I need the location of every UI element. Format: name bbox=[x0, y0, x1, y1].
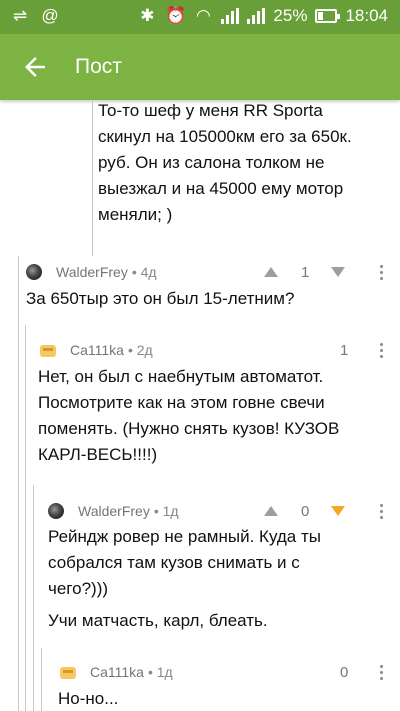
comment-time: • 1д bbox=[147, 664, 173, 680]
comment-score: 1 bbox=[301, 263, 310, 281]
comment-meta: WalderFrey • 1д bbox=[48, 500, 179, 522]
comment-author[interactable]: WalderFrey bbox=[56, 264, 128, 280]
comment-line: Учи матчасть, карл, блеать. bbox=[48, 611, 268, 630]
comment-line: собрался там кузов снимать и с bbox=[48, 553, 300, 572]
comment-line: Посмотрите как на этом говне свечи bbox=[38, 393, 325, 412]
battery-percent: 25% bbox=[273, 6, 308, 25]
comment-line: выезжал и на 45000 ему мотор bbox=[98, 179, 344, 198]
more-options-icon[interactable] bbox=[380, 665, 384, 683]
comment-line: За 650тыр это он был 15-летним? bbox=[26, 289, 295, 308]
avatar[interactable] bbox=[48, 503, 64, 519]
comment-meta: Ca111ka • 2д bbox=[40, 339, 153, 361]
comment-line: поменять. (Нужно снять кузов! КУЗОВ bbox=[38, 419, 340, 438]
comment-line: То-то шеф у меня RR Sporta bbox=[98, 101, 323, 120]
battery-icon bbox=[315, 9, 341, 23]
upvote-icon[interactable] bbox=[264, 506, 278, 516]
alarm-icon: ⏰ bbox=[165, 6, 187, 25]
at-sign-icon: @ bbox=[41, 6, 59, 25]
avatar[interactable] bbox=[26, 264, 42, 280]
comment-line: Нет, он был с наебнутым автоматот. bbox=[38, 367, 324, 386]
usb-icon: ⇌ bbox=[12, 6, 28, 25]
comments-thread: То-то шеф у меня RR Sporta скинул на 105… bbox=[0, 100, 400, 711]
comment-meta: WalderFrey • 4д bbox=[26, 261, 157, 283]
comment-author[interactable]: Ca111ka bbox=[70, 342, 124, 358]
clock: 18:04 bbox=[345, 6, 388, 25]
signal-icon bbox=[221, 8, 240, 24]
comment-text: За 650тыр это он был 15-летним? bbox=[26, 286, 391, 312]
app-bar: Пост bbox=[0, 34, 400, 100]
more-options-icon[interactable] bbox=[380, 504, 384, 522]
comment-score: 1 bbox=[340, 341, 349, 359]
comment-text: Но-но... bbox=[58, 686, 393, 711]
comment-text: Рейндж ровер не рамный. Куда ты собрался… bbox=[48, 524, 393, 634]
comment-line: Рейндж ровер не рамный. Куда ты bbox=[48, 527, 321, 546]
comment-line: чего?))) bbox=[48, 579, 109, 598]
comment-author[interactable]: WalderFrey bbox=[78, 503, 150, 519]
comment-meta: Ca111ka • 1д bbox=[60, 661, 173, 683]
comment-text: Нет, он был с наебнутым автоматот. Посмо… bbox=[38, 364, 396, 468]
comment-time: • 4д bbox=[131, 264, 157, 280]
comment-score: 0 bbox=[301, 502, 310, 520]
comment-line: руб. Он из салона толком не bbox=[98, 153, 325, 172]
comment-line: КАРЛ-ВЕСЬ!!!!) bbox=[38, 445, 158, 464]
more-options-icon[interactable] bbox=[380, 265, 384, 283]
more-options-icon[interactable] bbox=[380, 343, 384, 361]
comment-author[interactable]: Ca111ka bbox=[90, 664, 144, 680]
comment-text: То-то шеф у меня RR Sporta скинул на 105… bbox=[98, 100, 393, 228]
status-bar: ⇌ @ ✱ ⏰ ◠ 25% 18:04 bbox=[0, 0, 400, 34]
comment-line: Но-но... bbox=[58, 689, 119, 708]
downvote-icon[interactable] bbox=[331, 506, 345, 516]
wifi-icon: ◠ bbox=[196, 6, 211, 25]
avatar[interactable] bbox=[40, 345, 56, 357]
comment-time: • 1д bbox=[153, 503, 179, 519]
vote-controls: 0 bbox=[264, 500, 360, 522]
vote-controls: 1 bbox=[264, 261, 360, 283]
back-arrow-icon[interactable] bbox=[20, 52, 50, 82]
downvote-icon[interactable] bbox=[331, 267, 345, 277]
comment-line: скинул на 105000км его за 650к. bbox=[98, 127, 352, 146]
signal-icon-2 bbox=[247, 8, 266, 24]
page-title: Пост bbox=[75, 55, 122, 78]
bluetooth-icon: ✱ bbox=[140, 6, 155, 25]
comment-line: меняли; ) bbox=[98, 205, 173, 224]
comment-score: 0 bbox=[340, 663, 349, 681]
comment-time: • 2д bbox=[127, 342, 153, 358]
avatar[interactable] bbox=[60, 667, 76, 679]
upvote-icon[interactable] bbox=[264, 267, 278, 277]
